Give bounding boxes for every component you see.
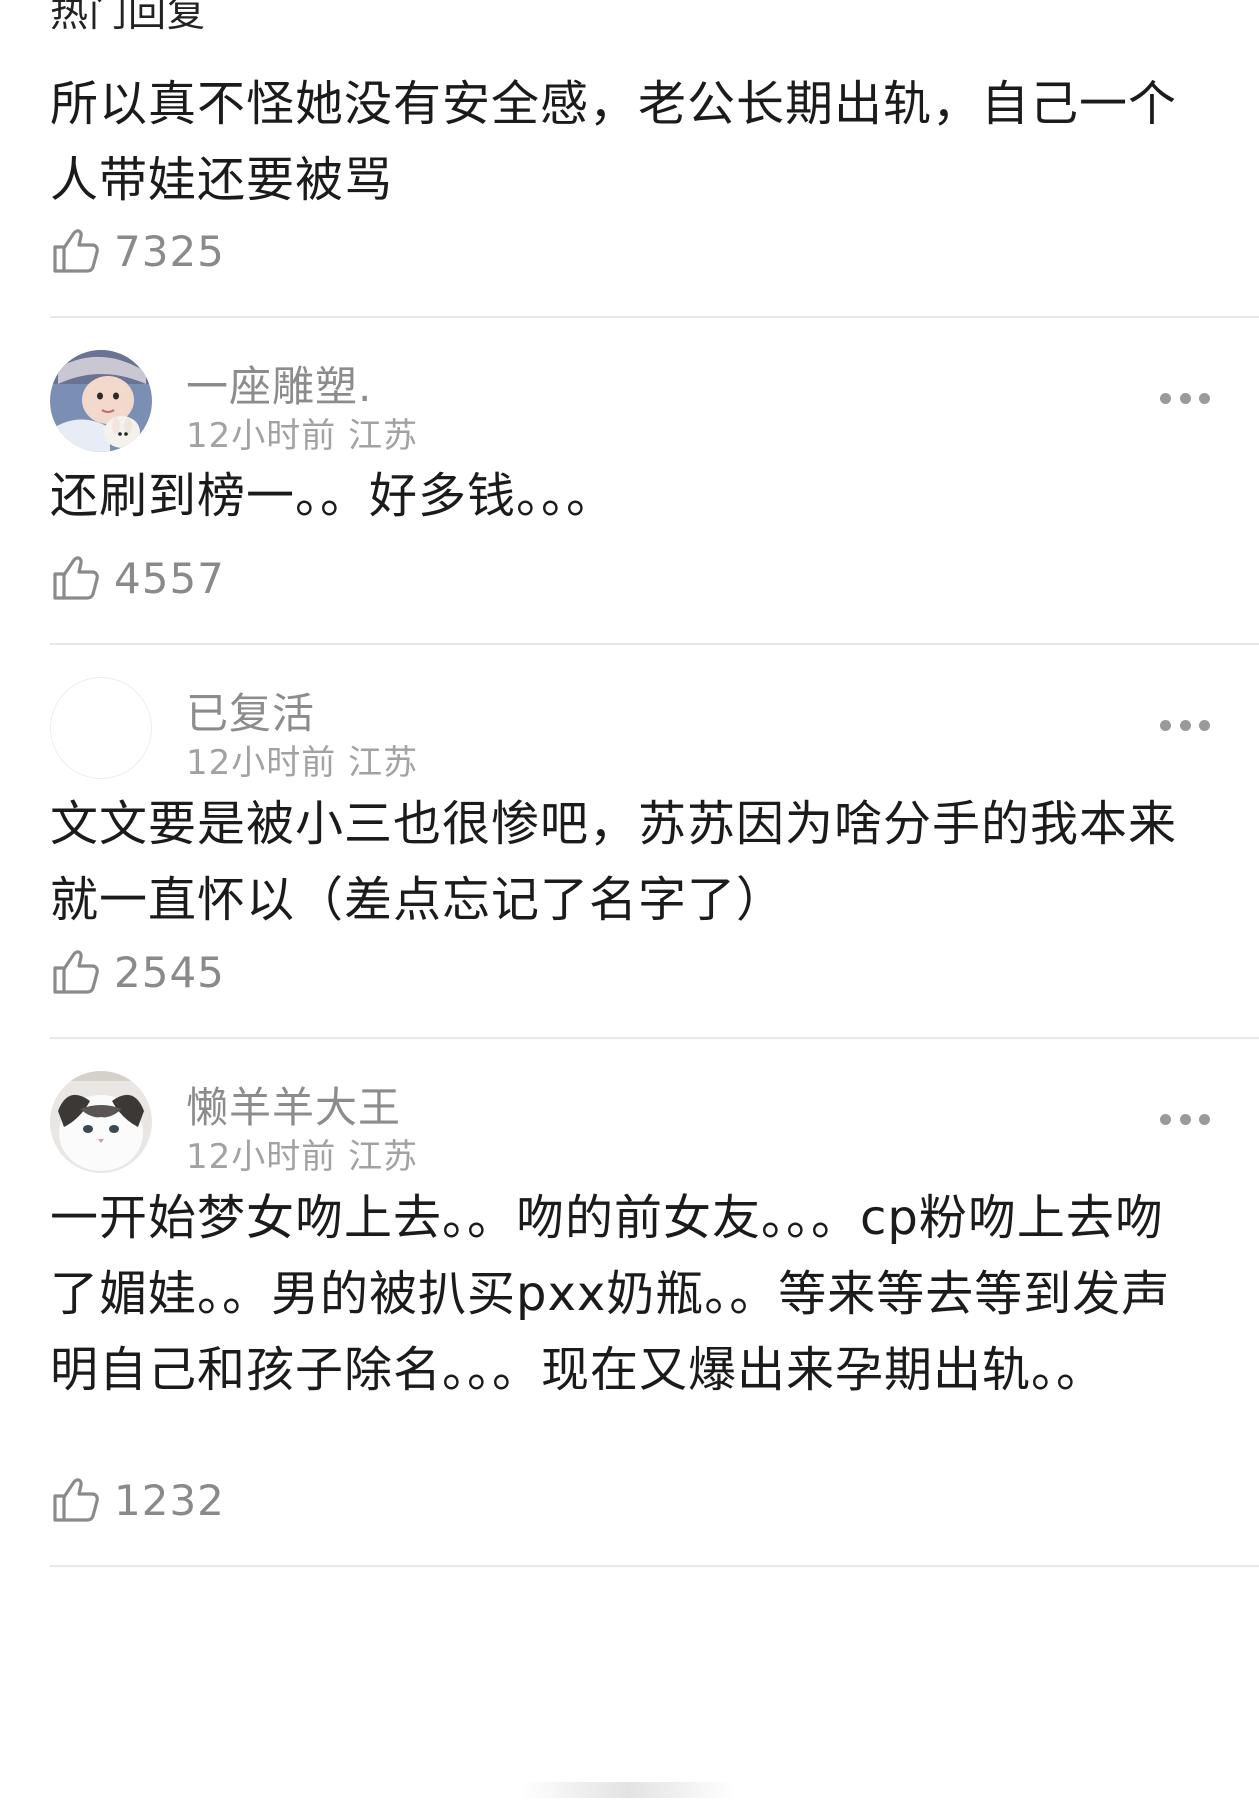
username[interactable]: 懒羊羊大王 — [186, 1074, 401, 1135]
divider — [50, 1037, 1259, 1039]
thumbs-up-icon — [53, 229, 99, 273]
more-options-button[interactable] — [1160, 391, 1210, 405]
like-count: 2545 — [114, 947, 225, 997]
location: 江苏 — [348, 1137, 419, 1177]
timestamp: 12小时前 — [186, 416, 337, 456]
more-options-button[interactable] — [1160, 1112, 1210, 1126]
location: 江苏 — [348, 416, 419, 456]
comment-text: 一开始梦女吻上去。。吻的前女友。。。cp粉吻上去吻了媚娃。。男的被扒买pxx奶瓶… — [50, 1190, 1171, 1398]
cat-avatar-icon — [50, 1071, 152, 1173]
comment-meta: 12小时前 江苏 — [186, 735, 418, 784]
username[interactable]: 已复活 — [186, 680, 315, 741]
watermark — [520, 1782, 735, 1798]
section-header-hot-replies: 热门回复 — [50, 0, 207, 35]
thumbs-up-icon — [53, 1478, 99, 1522]
avatar[interactable] — [50, 350, 152, 452]
more-dots-icon — [1160, 719, 1171, 731]
divider — [50, 316, 1259, 318]
like-button[interactable]: 1232 — [50, 1470, 225, 1530]
thumbs-up-icon — [53, 950, 99, 994]
thumbs-up-icon — [53, 556, 99, 600]
comment-text: 还刷到榜一。。好多钱。。。 — [50, 468, 616, 524]
timestamp: 12小时前 — [186, 743, 337, 783]
like-count: 7325 — [114, 226, 225, 276]
divider — [50, 643, 1259, 645]
like-count: 1232 — [114, 1475, 225, 1525]
more-dots-icon — [1160, 392, 1171, 404]
timestamp: 12小时前 — [186, 1137, 337, 1177]
avatar[interactable] — [50, 1071, 152, 1173]
more-options-button[interactable] — [1160, 718, 1210, 732]
more-dots-icon — [1160, 1113, 1171, 1125]
like-button[interactable]: 7325 — [50, 221, 225, 281]
comment-meta: 12小时前 江苏 — [186, 1129, 418, 1178]
avatar-photo-icon — [50, 350, 152, 452]
avatar[interactable] — [50, 677, 152, 779]
location: 江苏 — [348, 743, 419, 783]
like-count: 4557 — [114, 553, 225, 603]
reply-text: 所以真不怪她没有安全感，老公长期出轨，自己一个人带娃还要被骂 — [50, 76, 1178, 208]
like-button[interactable]: 4557 — [50, 548, 225, 608]
username[interactable]: 一座雕塑. — [186, 353, 372, 414]
comment-meta: 12小时前 江苏 — [186, 408, 418, 457]
divider — [50, 1565, 1259, 1567]
like-button[interactable]: 2545 — [50, 942, 225, 1002]
comment-text: 文文要是被小三也很惨吧，苏苏因为啥分手的我本来就一直怀以（差点忘记了名字了） — [50, 796, 1178, 928]
